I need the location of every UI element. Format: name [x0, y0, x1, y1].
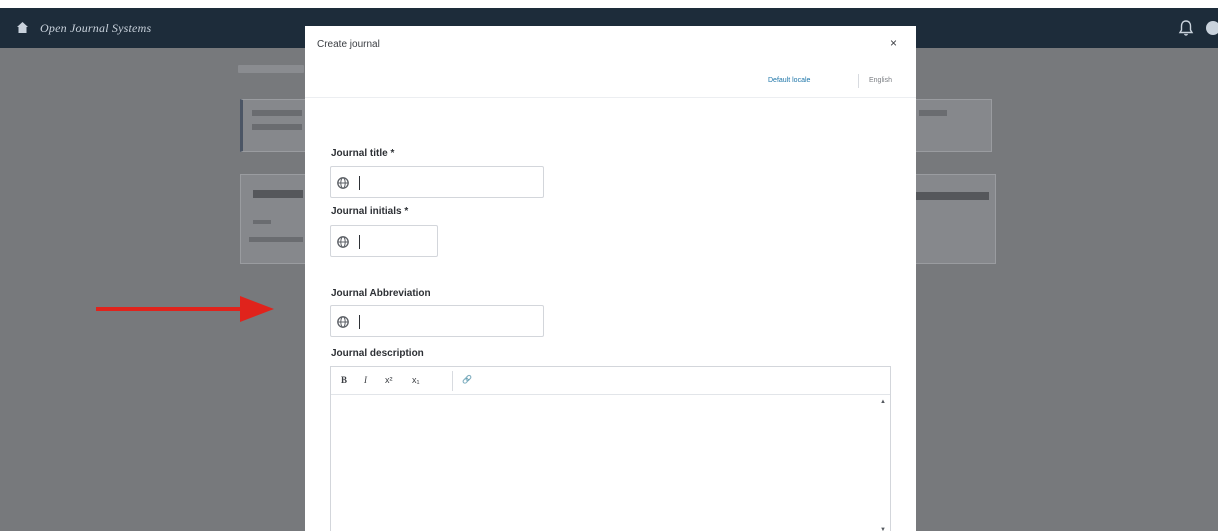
- default-locale-link[interactable]: Default locale: [768, 77, 810, 84]
- description-textarea[interactable]: ▲ ▼: [331, 395, 890, 531]
- journal-title-input[interactable]: [330, 166, 544, 198]
- italic-button[interactable]: I: [364, 374, 367, 386]
- journal-initials-label: Journal initials *: [331, 206, 409, 217]
- app-brand[interactable]: Open Journal Systems: [40, 21, 151, 36]
- user-avatar-icon[interactable]: [1206, 21, 1218, 35]
- scroll-up-icon[interactable]: ▲: [880, 399, 886, 405]
- bell-icon[interactable]: [1178, 19, 1194, 37]
- bold-button[interactable]: B: [341, 374, 347, 386]
- journal-description-label: Journal description: [331, 348, 424, 359]
- app-frame: Open Journal Systems Create journal × De…: [0, 8, 1218, 531]
- english-language-link[interactable]: English: [869, 77, 892, 84]
- journal-initials-input[interactable]: [330, 225, 438, 257]
- link-icon[interactable]: 🔗: [462, 374, 472, 386]
- modal-header: Create journal ×: [305, 26, 916, 62]
- journal-abbreviation-input[interactable]: [330, 305, 544, 337]
- modal-title: Create journal: [317, 39, 380, 50]
- editor-toolbar: B I x² x₁ 🔗: [331, 367, 890, 395]
- text-cursor: [359, 235, 360, 249]
- journal-description-editor: B I x² x₁ 🔗 ▲ ▼: [330, 366, 891, 531]
- language-divider: [858, 74, 859, 88]
- globe-icon[interactable]: [337, 177, 349, 189]
- journal-title-label: Journal title *: [331, 148, 395, 159]
- arrow-right-icon: [96, 296, 274, 322]
- journal-abbreviation-label: Journal Abbreviation: [331, 288, 431, 299]
- close-icon[interactable]: ×: [890, 37, 897, 49]
- text-cursor: [359, 176, 360, 190]
- globe-icon[interactable]: [337, 316, 349, 328]
- create-journal-modal: Create journal × Default locale English …: [305, 26, 916, 531]
- background-breadcrumb: [238, 65, 304, 73]
- toolbar-divider: [452, 371, 453, 391]
- text-cursor: [359, 315, 360, 329]
- subscript-button[interactable]: x₁: [412, 374, 420, 386]
- language-tabs: Default locale English: [305, 62, 916, 98]
- home-icon[interactable]: [16, 21, 29, 34]
- globe-icon[interactable]: [337, 236, 349, 248]
- superscript-button[interactable]: x²: [385, 374, 393, 386]
- scroll-down-icon[interactable]: ▼: [880, 527, 886, 531]
